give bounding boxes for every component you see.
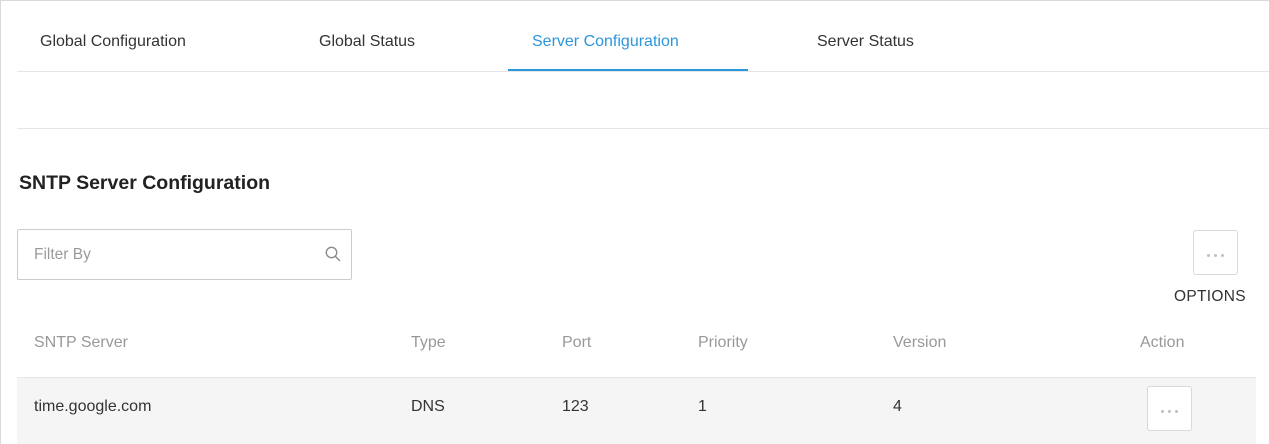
column-header-priority[interactable]: Priority xyxy=(698,334,748,352)
column-header-port[interactable]: Port xyxy=(562,334,591,352)
column-header-type[interactable]: Type xyxy=(411,334,446,352)
cell-priority: 1 xyxy=(698,398,707,415)
tab-server-configuration[interactable]: Server Configuration xyxy=(532,33,679,51)
cell-port: 123 xyxy=(562,398,589,415)
active-tab-indicator xyxy=(508,69,748,71)
tab-bar: Global Configuration Global Status Serve… xyxy=(17,1,1269,72)
row-action-button[interactable] xyxy=(1147,386,1192,431)
column-header-action: Action xyxy=(1140,334,1185,351)
cell-sntp-server: time.google.com xyxy=(34,398,152,415)
filter-box xyxy=(17,229,352,280)
tab-server-status[interactable]: Server Status xyxy=(817,33,914,51)
more-horizontal-icon xyxy=(1194,250,1237,257)
table-row[interactable] xyxy=(17,377,1256,444)
tab-global-status[interactable]: Global Status xyxy=(319,33,415,51)
divider xyxy=(17,128,1269,129)
filter-input[interactable] xyxy=(34,244,294,266)
section-title: SNTP Server Configuration xyxy=(19,172,271,194)
column-header-version[interactable]: Version xyxy=(893,334,946,352)
cell-version: 4 xyxy=(893,398,902,415)
tab-global-configuration[interactable]: Global Configuration xyxy=(40,33,186,51)
column-header-sntp-server[interactable]: SNTP Server xyxy=(34,334,128,352)
cell-type: DNS xyxy=(411,398,445,415)
page: Global Configuration Global Status Serve… xyxy=(0,0,1270,444)
more-horizontal-icon xyxy=(1148,406,1191,413)
search-icon[interactable] xyxy=(324,245,342,263)
options-button[interactable] xyxy=(1193,230,1238,275)
options-label: OPTIONS xyxy=(1174,288,1246,305)
